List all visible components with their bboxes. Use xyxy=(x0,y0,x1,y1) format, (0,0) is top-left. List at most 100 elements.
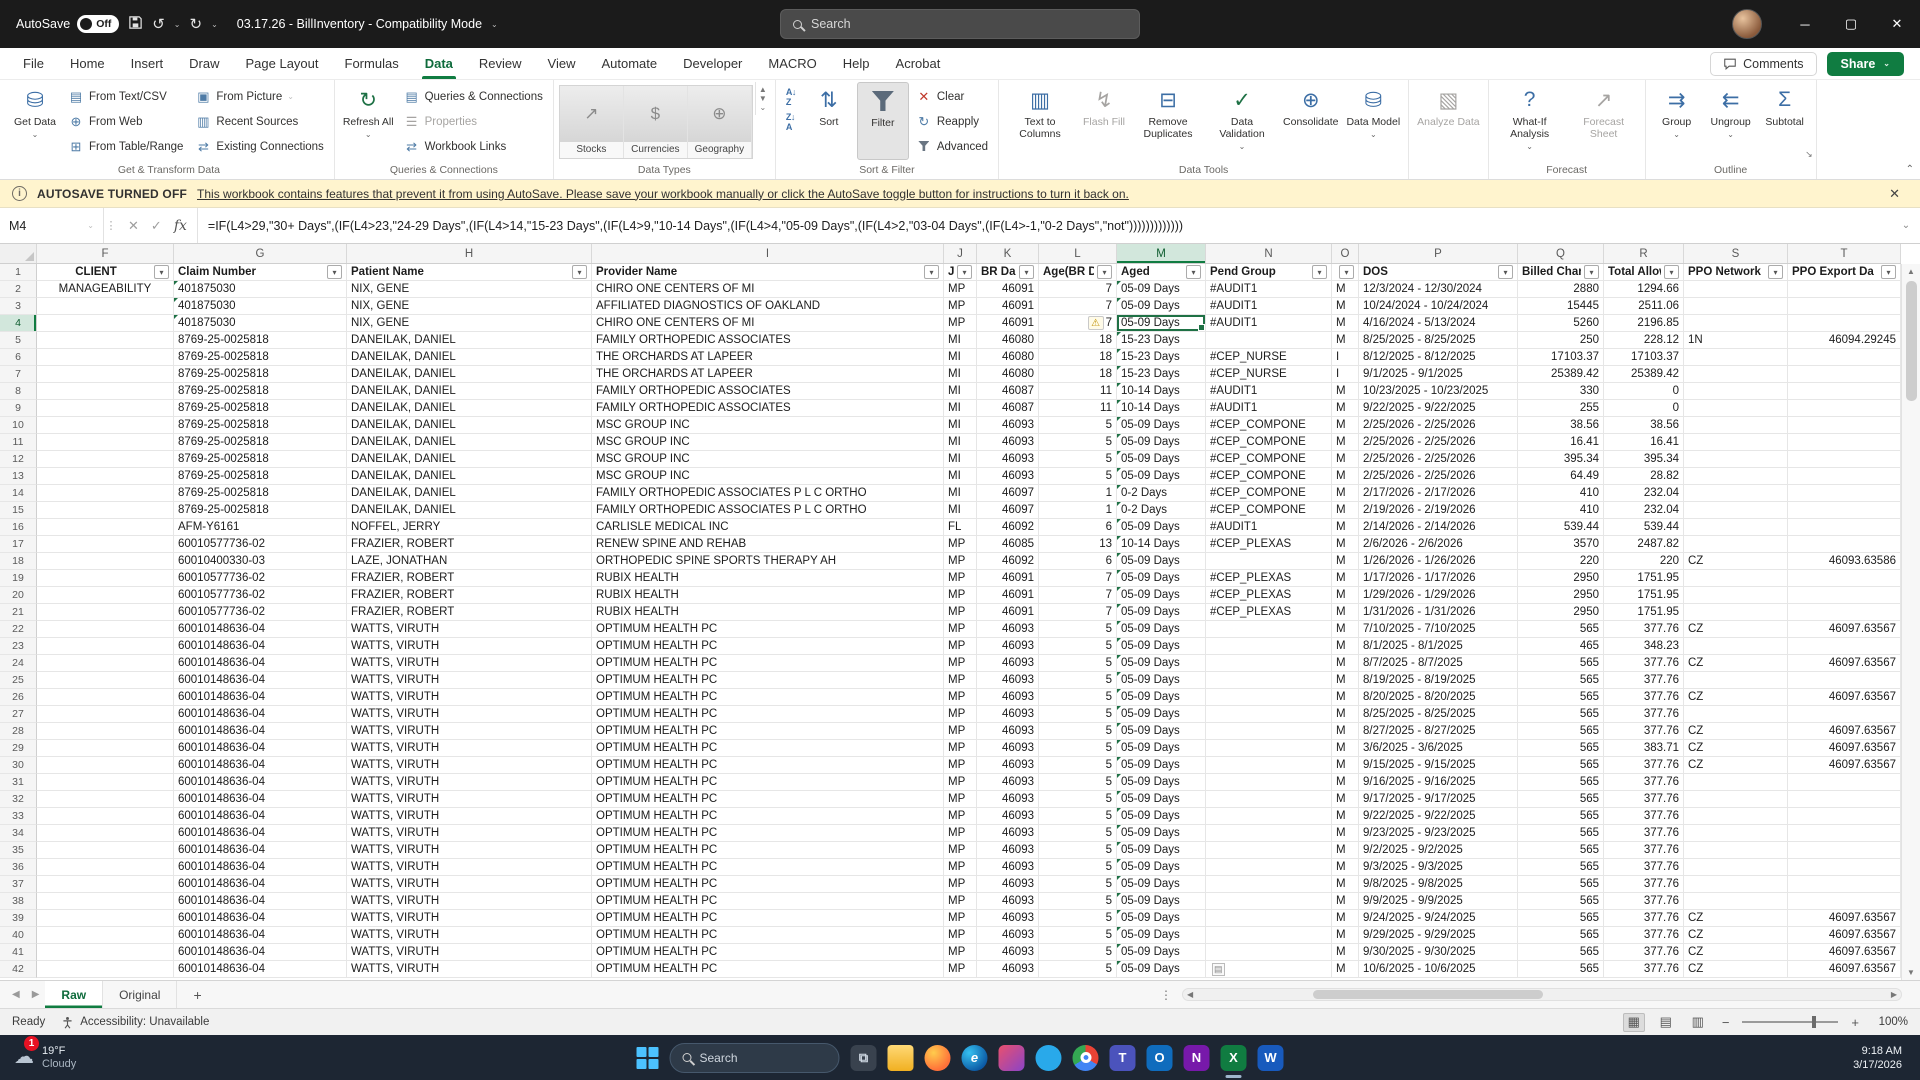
cell-L17[interactable]: 13 xyxy=(1039,536,1117,553)
cell-G30[interactable]: 60010148636-04 xyxy=(174,757,347,774)
cell-Q23[interactable]: 465 xyxy=(1518,638,1604,655)
name-box-caret-icon[interactable]: ⌄ xyxy=(87,221,94,230)
cell-Q4[interactable]: 5260 xyxy=(1518,315,1604,332)
cell-Q17[interactable]: 3570 xyxy=(1518,536,1604,553)
cell-L1[interactable]: Age(BR Dat▾ xyxy=(1039,264,1117,281)
cell-H10[interactable]: DANEILAK, DANIEL xyxy=(347,417,592,434)
cell-I12[interactable]: MSC GROUP INC xyxy=(592,451,944,468)
cell-H17[interactable]: FRAZIER, ROBERT xyxy=(347,536,592,553)
cell-R3[interactable]: 2511.06 xyxy=(1604,298,1684,315)
filter-dropdown-icon[interactable]: ▾ xyxy=(1498,265,1513,279)
cell-O29[interactable]: M xyxy=(1332,740,1359,757)
cell-M26[interactable]: 05-09 Days xyxy=(1117,689,1206,706)
cell-H9[interactable]: DANEILAK, DANIEL xyxy=(347,400,592,417)
cell-M3[interactable]: 05-09 Days xyxy=(1117,298,1206,315)
cell-N13[interactable]: #CEP_COMPONE xyxy=(1206,468,1332,485)
cell-Q41[interactable]: 565 xyxy=(1518,944,1604,961)
cell-N25[interactable] xyxy=(1206,672,1332,689)
formula-bar-grip[interactable]: ⋮ xyxy=(104,208,118,243)
cell-K20[interactable]: 46091 xyxy=(977,587,1039,604)
cell-T15[interactable] xyxy=(1788,502,1901,519)
cell-M16[interactable]: 05-09 Days xyxy=(1117,519,1206,536)
cell-Q27[interactable]: 565 xyxy=(1518,706,1604,723)
cell-L25[interactable]: 5 xyxy=(1039,672,1117,689)
cell-S11[interactable] xyxy=(1684,434,1788,451)
cell-T29[interactable]: 46097.63567 xyxy=(1788,740,1901,757)
cell-P33[interactable]: 9/22/2025 - 9/22/2025 xyxy=(1359,808,1518,825)
cell-K37[interactable]: 46093 xyxy=(977,876,1039,893)
cell-L6[interactable]: 18 xyxy=(1039,349,1117,366)
cell-M21[interactable]: 05-09 Days xyxy=(1117,604,1206,621)
cell-L12[interactable]: 5 xyxy=(1039,451,1117,468)
cell-M42[interactable]: 05-09 Days xyxy=(1117,961,1206,978)
scroll-up-icon[interactable]: ▲ xyxy=(1907,267,1915,276)
row-header-26[interactable]: 26 xyxy=(0,689,37,706)
cell-M11[interactable]: 05-09 Days xyxy=(1117,434,1206,451)
cell-M36[interactable]: 05-09 Days xyxy=(1117,859,1206,876)
from-table-range-button[interactable]: ⊞From Table/Range xyxy=(63,134,188,159)
cell-F22[interactable] xyxy=(37,621,174,638)
cell-J28[interactable]: MP xyxy=(944,723,977,740)
cell-Q29[interactable]: 565 xyxy=(1518,740,1604,757)
row-header-12[interactable]: 12 xyxy=(0,451,37,468)
cell-K22[interactable]: 46093 xyxy=(977,621,1039,638)
column-header-O[interactable]: O xyxy=(1332,244,1359,263)
recent-sources-button[interactable]: ▥Recent Sources xyxy=(190,109,328,134)
row-header-15[interactable]: 15 xyxy=(0,502,37,519)
cell-S32[interactable] xyxy=(1684,791,1788,808)
cell-G23[interactable]: 60010148636-04 xyxy=(174,638,347,655)
cell-R4[interactable]: 2196.85 xyxy=(1604,315,1684,332)
cell-M23[interactable]: 05-09 Days xyxy=(1117,638,1206,655)
cell-J7[interactable]: MI xyxy=(944,366,977,383)
filter-dropdown-icon[interactable]: ▾ xyxy=(1186,265,1201,279)
cell-I13[interactable]: MSC GROUP INC xyxy=(592,468,944,485)
column-header-Q[interactable]: Q xyxy=(1518,244,1604,263)
cell-P28[interactable]: 8/27/2025 - 8/27/2025 xyxy=(1359,723,1518,740)
cell-Q21[interactable]: 2950 xyxy=(1518,604,1604,621)
cell-I40[interactable]: OPTIMUM HEALTH PC xyxy=(592,927,944,944)
cell-T3[interactable] xyxy=(1788,298,1901,315)
cell-S28[interactable]: CZ xyxy=(1684,723,1788,740)
cell-I1[interactable]: Provider Name▾ xyxy=(592,264,944,281)
weather-widget[interactable]: ☁ 19°FCloudy xyxy=(0,1045,76,1071)
cell-J29[interactable]: MP xyxy=(944,740,977,757)
cell-P19[interactable]: 1/17/2026 - 1/17/2026 xyxy=(1359,570,1518,587)
row-header-4[interactable]: 4 xyxy=(0,315,37,332)
cell-R27[interactable]: 377.76 xyxy=(1604,706,1684,723)
cell-S24[interactable]: CZ xyxy=(1684,655,1788,672)
cell-N2[interactable]: #AUDIT1 xyxy=(1206,281,1332,298)
cell-R16[interactable]: 539.44 xyxy=(1604,519,1684,536)
cell-H26[interactable]: WATTS, VIRUTH xyxy=(347,689,592,706)
cell-Q7[interactable]: 25389.42 xyxy=(1518,366,1604,383)
row-header-11[interactable]: 11 xyxy=(0,434,37,451)
cell-O28[interactable]: M xyxy=(1332,723,1359,740)
outlook-icon[interactable]: O xyxy=(1147,1045,1173,1071)
cell-J21[interactable]: MP xyxy=(944,604,977,621)
cell-L38[interactable]: 5 xyxy=(1039,893,1117,910)
cell-H31[interactable]: WATTS, VIRUTH xyxy=(347,774,592,791)
cell-L2[interactable]: 7 xyxy=(1039,281,1117,298)
ribbon-tab-insert[interactable]: Insert xyxy=(118,48,177,79)
cell-T18[interactable]: 46093.63586 xyxy=(1788,553,1901,570)
row-header-19[interactable]: 19 xyxy=(0,570,37,587)
ribbon-tab-data[interactable]: Data xyxy=(412,48,466,79)
cell-N17[interactable]: #CEP_PLEXAS xyxy=(1206,536,1332,553)
cell-Q30[interactable]: 565 xyxy=(1518,757,1604,774)
cell-H13[interactable]: DANEILAK, DANIEL xyxy=(347,468,592,485)
cell-K1[interactable]: BR Da▾ xyxy=(977,264,1039,281)
text-to-columns-button[interactable]: ▥ Text to Columns xyxy=(1004,82,1076,160)
cell-I30[interactable]: OPTIMUM HEALTH PC xyxy=(592,757,944,774)
cell-P12[interactable]: 2/25/2026 - 2/25/2026 xyxy=(1359,451,1518,468)
cell-H5[interactable]: DANEILAK, DANIEL xyxy=(347,332,592,349)
cell-O42[interactable]: M xyxy=(1332,961,1359,978)
cell-F34[interactable] xyxy=(37,825,174,842)
cell-S4[interactable] xyxy=(1684,315,1788,332)
cell-O9[interactable]: M xyxy=(1332,400,1359,417)
zoom-slider[interactable] xyxy=(1742,1021,1838,1023)
cell-M19[interactable]: 05-09 Days xyxy=(1117,570,1206,587)
close-button[interactable]: ✕ xyxy=(1874,0,1920,48)
cell-S18[interactable]: CZ xyxy=(1684,553,1788,570)
cell-J2[interactable]: MP xyxy=(944,281,977,298)
cell-O20[interactable]: M xyxy=(1332,587,1359,604)
cell-T11[interactable] xyxy=(1788,434,1901,451)
